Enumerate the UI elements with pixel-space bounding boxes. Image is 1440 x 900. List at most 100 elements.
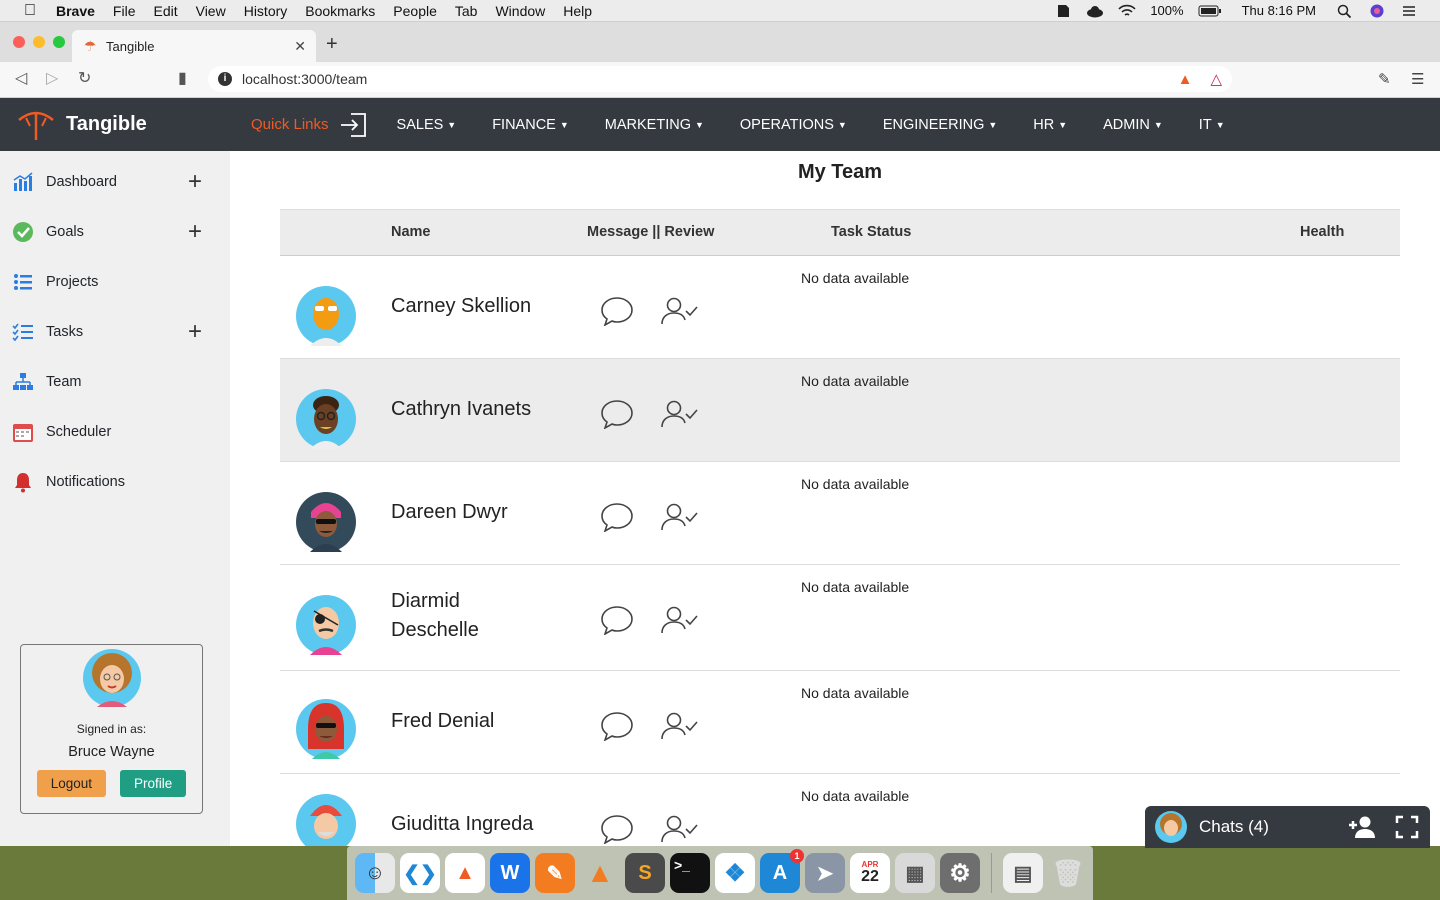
site-info-icon[interactable]: i <box>218 72 232 86</box>
add-person-icon[interactable] <box>1347 815 1377 839</box>
profile-button[interactable]: Profile <box>120 770 187 797</box>
minimize-window-icon[interactable] <box>33 36 45 48</box>
member-name[interactable]: Diarmid Deschelle <box>391 587 551 645</box>
brave-rewards-icon[interactable]: △ <box>1210 70 1222 88</box>
review-user-check-icon[interactable] <box>660 399 698 429</box>
sketch-pen-icon[interactable]: ✎ <box>535 853 575 893</box>
menu-file[interactable]: File <box>113 3 136 19</box>
close-tab-icon[interactable]: ✕ <box>294 38 306 55</box>
bookmark-icon[interactable]: ▮ <box>178 68 187 88</box>
column-header-message-review[interactable]: Message || Review <box>587 224 714 240</box>
menu-edit[interactable]: Edit <box>153 3 177 19</box>
member-avatar[interactable] <box>296 389 356 449</box>
sidebar-item-goals[interactable]: Goals + <box>12 217 212 247</box>
battery-icon[interactable] <box>1198 4 1222 18</box>
terminal-icon[interactable]: >_ <box>670 853 710 893</box>
calendar-app-icon[interactable]: APR 22 <box>850 853 890 893</box>
menu-window[interactable]: Window <box>495 3 545 19</box>
new-tab-icon[interactable]: + <box>326 33 338 56</box>
member-avatar[interactable] <box>296 595 356 655</box>
evernote-icon[interactable] <box>1054 4 1072 18</box>
member-name[interactable]: Dareen Dwyr <box>391 498 551 527</box>
quick-links[interactable]: Quick Links <box>251 112 369 138</box>
sidebar-item-team[interactable]: Team <box>12 367 212 397</box>
member-name[interactable]: Fred Denial <box>391 707 551 736</box>
sidebar-item-tasks[interactable]: Tasks + <box>12 317 212 347</box>
menu-history[interactable]: History <box>244 3 288 19</box>
sublime-text-icon[interactable]: S <box>625 853 665 893</box>
fullscreen-icon[interactable] <box>1395 815 1419 839</box>
extensions-icon[interactable]: ✎ <box>1378 70 1391 88</box>
system-preferences-gear-icon[interactable]: ⚙ <box>940 853 980 893</box>
sidebar-item-notifications[interactable]: Notifications <box>12 467 212 497</box>
wifi-icon[interactable] <box>1118 4 1136 18</box>
brand[interactable]: Tangible <box>16 108 251 142</box>
menu-bookmarks[interactable]: Bookmarks <box>305 3 375 19</box>
menu-sales[interactable]: SALES ▼ <box>397 117 457 133</box>
reload-icon[interactable]: ↻ <box>78 68 91 88</box>
member-name[interactable]: Giuditta Ingreda <box>391 810 551 839</box>
sidebar-item-scheduler[interactable]: Scheduler <box>12 417 212 447</box>
add-task-icon[interactable]: + <box>188 320 202 344</box>
finder-icon[interactable]: ☺ <box>355 853 395 893</box>
message-icon[interactable] <box>600 399 634 429</box>
cloud-icon[interactable] <box>1086 4 1104 18</box>
logout-button[interactable]: Logout <box>36 770 107 797</box>
message-icon[interactable] <box>600 605 634 635</box>
message-icon[interactable] <box>600 502 634 532</box>
sidebar-item-dashboard[interactable]: Dashboard + <box>12 167 212 197</box>
brave-shields-icon[interactable]: ▲ <box>1178 71 1193 88</box>
browser-tab[interactable]: ☂ Tangible ✕ <box>72 30 316 62</box>
vlc-icon[interactable]: ▲ <box>580 853 620 893</box>
menu-app-name[interactable]: Brave <box>56 3 95 19</box>
app-store-icon[interactable]: A1 <box>760 849 804 893</box>
review-user-check-icon[interactable] <box>660 296 698 326</box>
member-avatar[interactable] <box>296 699 356 759</box>
close-window-icon[interactable] <box>13 36 25 48</box>
notification-center-icon[interactable] <box>1400 4 1418 18</box>
brave-icon[interactable]: ▲ <box>445 853 485 893</box>
forward-icon[interactable]: ▷ <box>46 68 58 88</box>
member-avatar[interactable] <box>296 492 356 552</box>
trash-icon[interactable]: 🗑 <box>1048 853 1088 893</box>
member-avatar[interactable] <box>296 794 356 846</box>
menu-tab[interactable]: Tab <box>455 3 478 19</box>
message-icon[interactable] <box>600 711 634 741</box>
downloads-stack-icon[interactable]: ▤ <box>1003 853 1043 893</box>
launchpad-rocket-icon[interactable]: ➤ <box>805 853 845 893</box>
column-header-name[interactable]: Name <box>391 224 431 240</box>
menu-people[interactable]: People <box>393 3 437 19</box>
message-icon[interactable] <box>600 814 634 844</box>
member-name[interactable]: Cathryn Ivanets <box>391 395 551 424</box>
chat-widget[interactable]: Chats (4) <box>1145 806 1430 848</box>
sidebar-item-projects[interactable]: Projects <box>12 267 212 297</box>
review-user-check-icon[interactable] <box>660 502 698 532</box>
apple-icon[interactable]:  <box>20 2 40 20</box>
column-header-task-status[interactable]: Task Status <box>831 224 911 240</box>
browser-menu-icon[interactable]: ☰ <box>1411 70 1424 88</box>
user-avatar[interactable] <box>82 649 141 707</box>
safari-icon[interactable]: ❖ <box>715 853 755 893</box>
zoom-window-icon[interactable] <box>53 36 65 48</box>
review-user-check-icon[interactable] <box>660 605 698 635</box>
message-icon[interactable] <box>600 296 634 326</box>
menu-it[interactable]: IT ▼ <box>1199 117 1225 133</box>
member-name[interactable]: Carney Skellion <box>391 292 551 321</box>
address-bar[interactable]: i localhost:3000/team ▲ △ <box>208 66 1232 92</box>
review-user-check-icon[interactable] <box>660 814 698 844</box>
calculator-icon[interactable]: ▦ <box>895 853 935 893</box>
add-goal-icon[interactable]: + <box>188 220 202 244</box>
menu-finance[interactable]: FINANCE ▼ <box>492 117 569 133</box>
menu-admin[interactable]: ADMIN ▼ <box>1103 117 1163 133</box>
menu-engineering[interactable]: ENGINEERING ▼ <box>883 117 997 133</box>
review-user-check-icon[interactable] <box>660 711 698 741</box>
add-dashboard-icon[interactable]: + <box>188 170 202 194</box>
spotlight-search-icon[interactable] <box>1336 4 1354 18</box>
back-icon[interactable]: ◁ <box>15 68 27 88</box>
menu-hr[interactable]: HR ▼ <box>1033 117 1067 133</box>
vscode-icon[interactable]: ❮❯ <box>400 853 440 893</box>
column-header-health[interactable]: Health <box>1300 224 1344 240</box>
siri-icon[interactable] <box>1368 4 1386 18</box>
menu-view[interactable]: View <box>196 3 226 19</box>
menu-operations[interactable]: OPERATIONS ▼ <box>740 117 847 133</box>
